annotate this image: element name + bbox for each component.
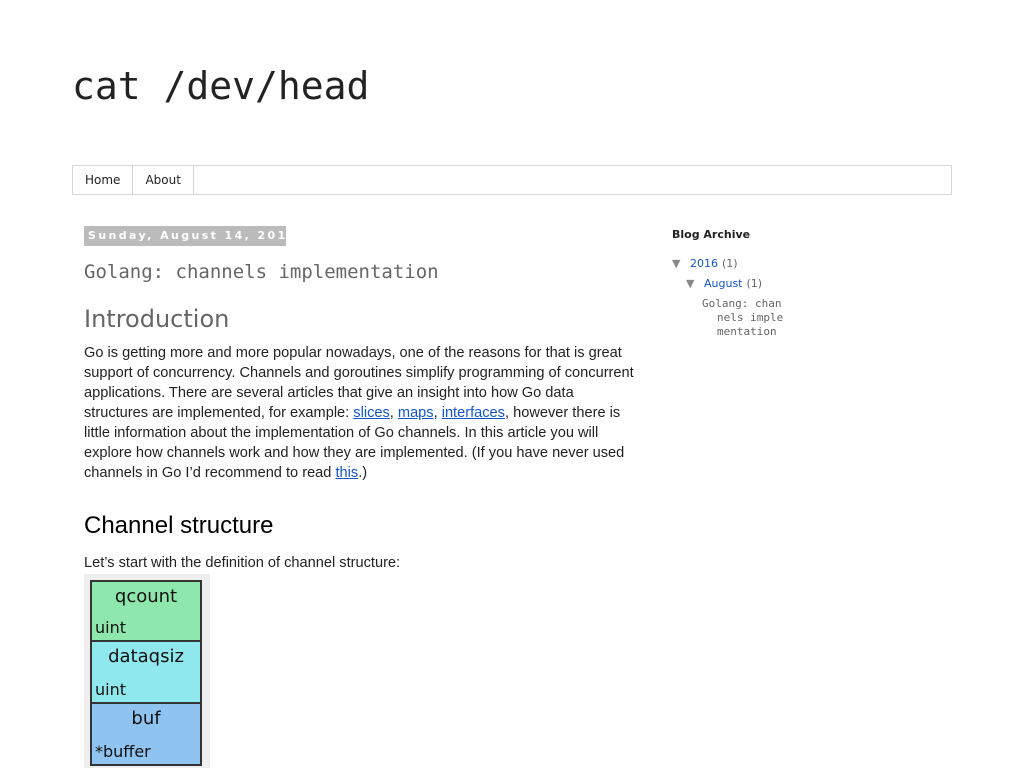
field-type: uint (95, 618, 126, 637)
archive-year-row: ▼ 2016 (1) (672, 253, 952, 273)
collapse-toggle-icon[interactable]: ▼ (672, 257, 690, 270)
separator-2: , (433, 405, 442, 421)
post-date-header: Sunday, August 14, 2016 (84, 226, 286, 246)
field-name: dataqsiz (108, 646, 184, 667)
archive-month-row: ▼ August (1) (672, 273, 952, 293)
blog-title[interactable]: cat /dev/head (72, 64, 369, 108)
field-type: uint (95, 680, 126, 699)
field-name: buf (131, 708, 161, 729)
slices-link[interactable]: slices (353, 405, 390, 421)
field-name: qcount (114, 586, 178, 607)
blog-archive-title: Blog Archive (672, 228, 751, 241)
structure-lead-text: Let’s start with the definition of chann… (84, 555, 401, 571)
channel-structure-diagram: qcount uint dataqsiz uint buf *buffer (84, 574, 210, 768)
archive-year-count: (1) (722, 256, 738, 270)
intro-text-3: .) (358, 465, 368, 481)
diagram-field-buf: buf *buffer (90, 704, 202, 766)
sidebar-blog-archive: Blog Archive ▼ 2016 (1) ▼ August (1) Gol… (672, 228, 952, 339)
field-type: *buffer (95, 742, 151, 761)
archive-month-link[interactable]: August (704, 277, 743, 290)
archive-month-count: (1) (746, 276, 763, 290)
intro-paragraph: Go is getting more and more popular nowa… (84, 343, 636, 483)
diagram-field-dataqsiz: dataqsiz uint (90, 642, 202, 704)
archive-post-link[interactable]: Golang: channels implementation (702, 297, 788, 339)
blog-page: cat /dev/head Home About Sunday, August … (0, 0, 1024, 768)
nav-tabs: Home About (72, 165, 952, 195)
archive-year-link[interactable]: 2016 (690, 257, 718, 270)
intro-heading: Introduction (84, 305, 230, 333)
tab-about[interactable]: About (133, 166, 194, 194)
interfaces-link[interactable]: interfaces (442, 405, 505, 421)
separator-1: , (389, 405, 398, 421)
this-link[interactable]: this (335, 465, 358, 481)
post-title[interactable]: Golang: channels implementation (84, 261, 439, 283)
maps-link[interactable]: maps (398, 405, 434, 421)
diagram-field-qcount: qcount uint (90, 580, 202, 642)
tab-home[interactable]: Home (73, 166, 134, 194)
collapse-toggle-icon[interactable]: ▼ (686, 277, 704, 290)
channel-structure-heading: Channel structure (84, 512, 274, 539)
